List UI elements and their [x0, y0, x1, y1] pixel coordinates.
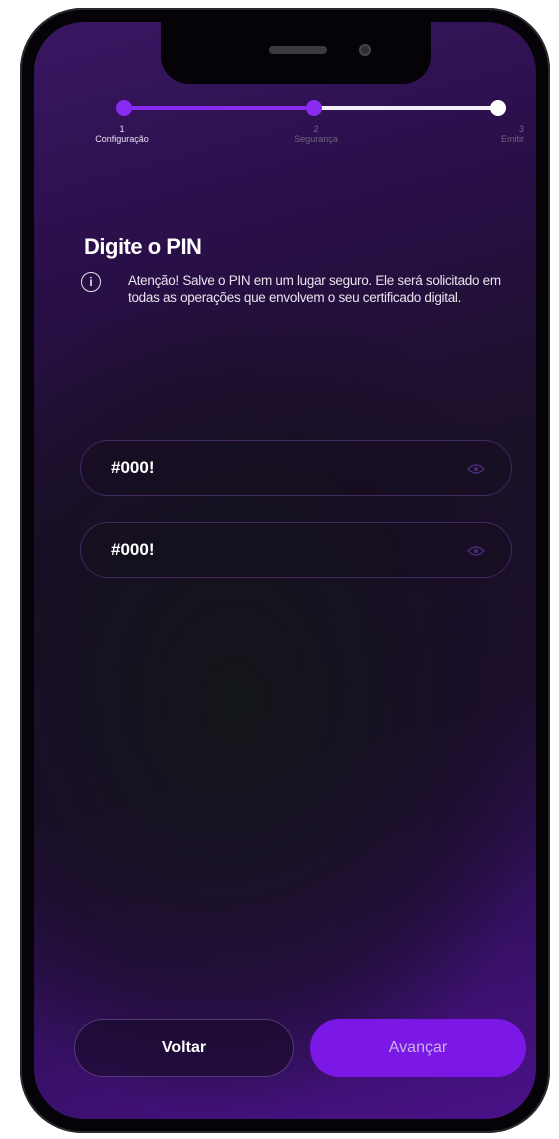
- eye-icon[interactable]: [467, 463, 485, 475]
- step-1-name: Configuração: [95, 134, 149, 144]
- step-2-name: Segurança: [294, 134, 338, 144]
- back-button[interactable]: Voltar: [74, 1019, 294, 1077]
- progress-stepper: 1 Configuração 2 Segurança 3 Emitir: [34, 92, 536, 162]
- step-3-name: Emitir: [501, 134, 524, 144]
- step-2-label: 2 Segurança: [276, 124, 356, 144]
- phone-frame: 1 Configuração 2 Segurança 3 Emitir Digi…: [20, 8, 550, 1133]
- front-camera: [359, 44, 371, 56]
- step-1-label: 1 Configuração: [82, 124, 162, 144]
- page-title: Digite o PIN: [84, 234, 202, 259]
- app-screen: 1 Configuração 2 Segurança 3 Emitir Digi…: [34, 22, 536, 1119]
- info-circle-icon: i: [81, 272, 101, 292]
- pin-confirm-input[interactable]: [111, 540, 411, 560]
- step-3-label: 3 Emitir: [464, 124, 524, 144]
- stepper-track-completed: [124, 106, 314, 110]
- pin-input[interactable]: [111, 458, 411, 478]
- stepper-track-remaining: [314, 106, 499, 110]
- device-notch: [161, 22, 431, 84]
- pin-warning-text: Atenção! Salve o PIN em um lugar seguro.…: [128, 273, 501, 305]
- step-1-number: 1: [119, 124, 125, 134]
- eye-icon[interactable]: [467, 545, 485, 557]
- pin-confirm-field[interactable]: [80, 522, 512, 578]
- step-2-number: 2: [313, 124, 319, 134]
- step-3-number: 3: [518, 124, 524, 134]
- step-1-indicator: [116, 100, 132, 116]
- next-button[interactable]: Avançar: [310, 1019, 526, 1077]
- pin-field[interactable]: [80, 440, 512, 496]
- step-2-indicator: [306, 100, 322, 116]
- step-3-indicator: [490, 100, 506, 116]
- speaker-grille: [269, 46, 327, 54]
